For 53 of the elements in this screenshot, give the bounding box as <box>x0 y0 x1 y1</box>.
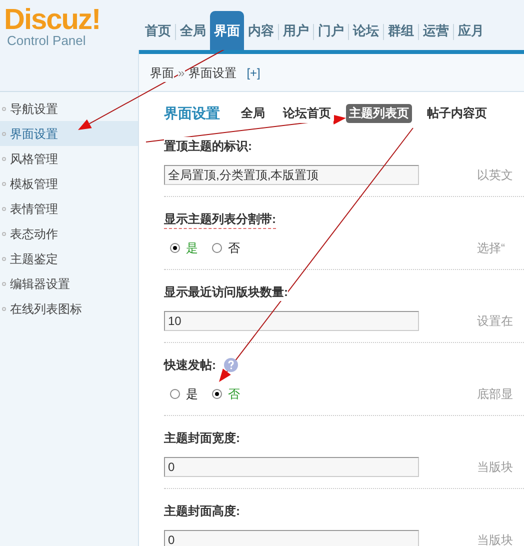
sidebar-item[interactable]: 编辑器设置 <box>0 271 138 296</box>
setting-label: 置顶主题的标识: <box>164 137 252 155</box>
logo-mark: ! <box>91 8 102 32</box>
hint-text: 选择“ <box>477 240 505 257</box>
hint-text: 以英文 <box>477 167 513 184</box>
setting-label: 显示最近访问版块数量: <box>164 283 288 301</box>
nav-tab[interactable]: 论坛 <box>349 11 383 50</box>
settings-tab[interactable]: 帖子内容页 <box>424 104 490 122</box>
sidebar-item[interactable]: 界面设置 <box>0 121 138 146</box>
hint-text: 底部显 <box>477 386 513 403</box>
sidebar-item[interactable]: 表情管理 <box>0 196 138 221</box>
radio-label: 否 <box>228 386 240 403</box>
hint-text: 设置在 <box>477 313 513 330</box>
text-field[interactable]: 0 <box>164 530 419 546</box>
text-field[interactable]: 全局置顶,分类置顶,本版置顶 <box>164 165 419 185</box>
nav-tab[interactable]: 应月 <box>454 11 488 50</box>
help-icon[interactable] <box>224 358 238 372</box>
radio-label: 是 <box>186 240 198 257</box>
radio-button[interactable] <box>170 243 180 253</box>
hint-text: 当版块 <box>477 459 513 476</box>
sidebar-item[interactable]: 导航设置 <box>0 96 138 121</box>
hint-text: 当版块 <box>477 532 513 546</box>
setting-label: 主题封面宽度: <box>164 429 240 447</box>
sidebar-item[interactable]: 主题鉴定 <box>0 246 138 271</box>
nav-tab[interactable]: 内容 <box>244 11 278 50</box>
radio-label: 否 <box>228 240 240 257</box>
radio-label: 是 <box>186 386 198 403</box>
logo-subtitle: Control Panel <box>6 33 87 49</box>
nav-tab[interactable]: 群组 <box>384 11 418 50</box>
setting-label: 快速发帖: <box>164 356 216 374</box>
setting-label: 显示主题列表分割带: <box>164 210 276 228</box>
text-field[interactable]: 10 <box>164 311 419 331</box>
nav-tab[interactable]: 运营 <box>419 11 453 50</box>
nav-tab[interactable]: 首页 <box>141 11 175 50</box>
page-title: 界面设置 <box>164 104 220 122</box>
logo-text: Discuz <box>4 8 92 32</box>
nav-tab[interactable]: 界面 <box>210 11 244 50</box>
nav-tab[interactable]: 用户 <box>279 11 313 50</box>
sidebar-item[interactable]: 表态动作 <box>0 221 138 246</box>
sidebar-item[interactable]: 模板管理 <box>0 171 138 196</box>
breadcrumb-current: 界面设置 <box>188 64 237 82</box>
nav-tab[interactable]: 全局 <box>176 11 210 50</box>
sidebar-item[interactable]: 风格管理 <box>0 146 138 171</box>
sidebar-item[interactable]: 在线列表图标 <box>0 296 138 321</box>
radio-button[interactable] <box>212 389 222 399</box>
settings-tab[interactable]: 论坛首页 <box>280 104 334 122</box>
text-field[interactable]: 0 <box>164 457 419 477</box>
setting-label: 主题封面高度: <box>164 502 240 520</box>
nav-tab[interactable]: 门户 <box>314 11 348 50</box>
radio-button[interactable] <box>212 243 222 253</box>
expand-toggle[interactable]: [+] <box>246 64 260 82</box>
radio-button[interactable] <box>170 389 180 399</box>
settings-tab[interactable]: 主题列表页 <box>346 104 412 122</box>
